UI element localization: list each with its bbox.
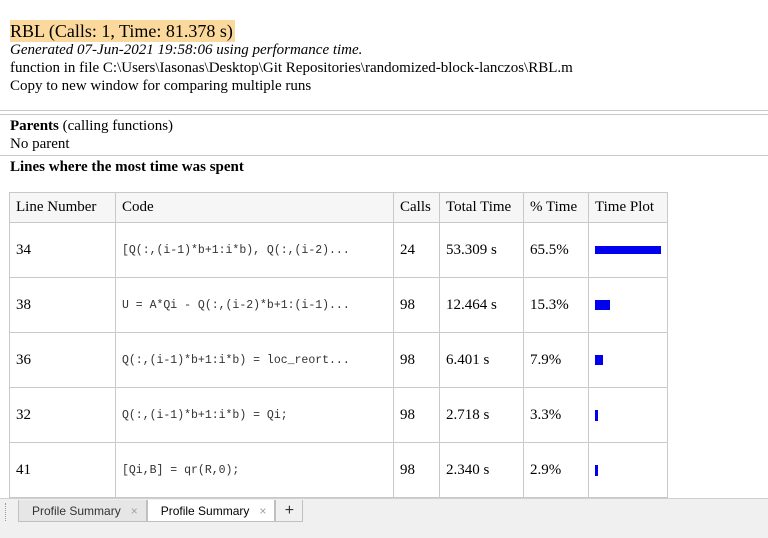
generated-info: Generated 07-Jun-2021 19:58:06 using per…	[10, 42, 363, 58]
calls-cell: 98	[393, 387, 440, 443]
parents-sublabel: (calling functions)	[62, 118, 174, 134]
time-plot-bar	[595, 246, 661, 255]
column-header-time-plot: Time Plot	[588, 192, 668, 223]
calls-cell: 24	[393, 222, 440, 278]
calls-cell: 98	[393, 442, 440, 498]
percent-time-cell: 3.3%	[523, 387, 589, 443]
profile-title: RBL (Calls: 1, Time: 81.378 s)	[10, 20, 235, 42]
calls-cell: 98	[393, 277, 440, 333]
time-plot-bar	[595, 464, 598, 476]
close-icon[interactable]: ×	[131, 504, 138, 518]
divider	[0, 110, 768, 111]
document-tabs: Profile Summary × Profile Summary × +	[18, 500, 304, 522]
lines-table: Line Number Code Calls Total Time % Time…	[9, 192, 668, 498]
parents-value: No parent	[10, 136, 70, 152]
parents-heading: Parents (calling functions)	[10, 118, 173, 135]
percent-time-cell: 15.3%	[523, 277, 589, 333]
table-row: 32 Q(:,(i-1)*b+1:i*b) = Qi; 98 2.718 s 3…	[9, 387, 668, 443]
percent-time-cell: 65.5%	[523, 222, 589, 278]
column-header-percent-time: % Time	[523, 192, 589, 223]
code-cell: U = A*Qi - Q(:,(i-2)*b+1:(i-1)...	[115, 277, 394, 333]
time-plot-cell	[588, 387, 668, 443]
time-plot-bar	[595, 355, 603, 366]
code-cell: Q(:,(i-1)*b+1:i*b) = Qi;	[115, 387, 394, 443]
time-plot-cell	[588, 277, 668, 333]
column-header-line-number: Line Number	[9, 192, 116, 223]
truncated-page-heading	[300, 0, 440, 1]
tab-profile-summary-1[interactable]: Profile Summary ×	[18, 500, 147, 522]
line-number-link[interactable]: 32	[9, 387, 116, 443]
percent-time-cell: 2.9%	[523, 442, 589, 498]
time-plot-cell	[588, 332, 668, 388]
table-row: 38 U = A*Qi - Q(:,(i-2)*b+1:(i-1)... 98 …	[9, 277, 668, 333]
divider	[0, 114, 768, 115]
code-cell: [Qi,B] = qr(R,0);	[115, 442, 394, 498]
time-plot-bar	[595, 300, 610, 311]
lines-section-title: Lines where the most time was spent	[10, 159, 244, 175]
code-cell: [Q(:,(i-1)*b+1:i*b), Q(:,(i-2)...	[115, 222, 394, 278]
table-row: 36 Q(:,(i-1)*b+1:i*b) = loc_reort... 98 …	[9, 332, 668, 388]
column-header-total-time: Total Time	[439, 192, 524, 223]
tab-bar-grip[interactable]	[5, 503, 9, 521]
code-cell: Q(:,(i-1)*b+1:i*b) = loc_reort...	[115, 332, 394, 388]
total-time-cell: 2.718 s	[439, 387, 524, 443]
table-header-row: Line Number Code Calls Total Time % Time…	[9, 192, 668, 223]
line-number-link[interactable]: 41	[9, 442, 116, 498]
table-row: 34 [Q(:,(i-1)*b+1:i*b), Q(:,(i-2)... 24 …	[9, 222, 668, 278]
line-number-link[interactable]: 38	[9, 277, 116, 333]
line-number-link[interactable]: 34	[9, 222, 116, 278]
divider	[0, 155, 768, 156]
calls-cell: 98	[393, 332, 440, 388]
time-plot-cell	[588, 222, 668, 278]
close-icon[interactable]: ×	[259, 504, 266, 518]
total-time-cell: 2.340 s	[439, 442, 524, 498]
time-plot-bar	[595, 409, 598, 421]
line-number-link[interactable]: 36	[9, 332, 116, 388]
tab-profile-summary-2[interactable]: Profile Summary ×	[146, 500, 276, 522]
total-time-cell: 12.464 s	[439, 277, 524, 333]
table-row: 41 [Qi,B] = qr(R,0); 98 2.340 s 2.9%	[9, 442, 668, 498]
parents-label: Parents	[10, 118, 59, 134]
percent-time-cell: 7.9%	[523, 332, 589, 388]
column-header-code: Code	[115, 192, 394, 223]
function-file-path: function in file C:\Users\Iasonas\Deskto…	[10, 60, 573, 76]
time-plot-cell	[588, 442, 668, 498]
total-time-cell: 53.309 s	[439, 222, 524, 278]
add-tab-button[interactable]: +	[275, 500, 304, 522]
total-time-cell: 6.401 s	[439, 332, 524, 388]
column-header-calls: Calls	[393, 192, 440, 223]
tab-label: Profile Summary	[32, 503, 121, 518]
profile-title-box: RBL (Calls: 1, Time: 81.378 s)	[10, 20, 235, 42]
tab-label: Profile Summary	[160, 503, 250, 518]
copy-to-new-window-link[interactable]: Copy to new window for comparing multipl…	[10, 78, 311, 95]
